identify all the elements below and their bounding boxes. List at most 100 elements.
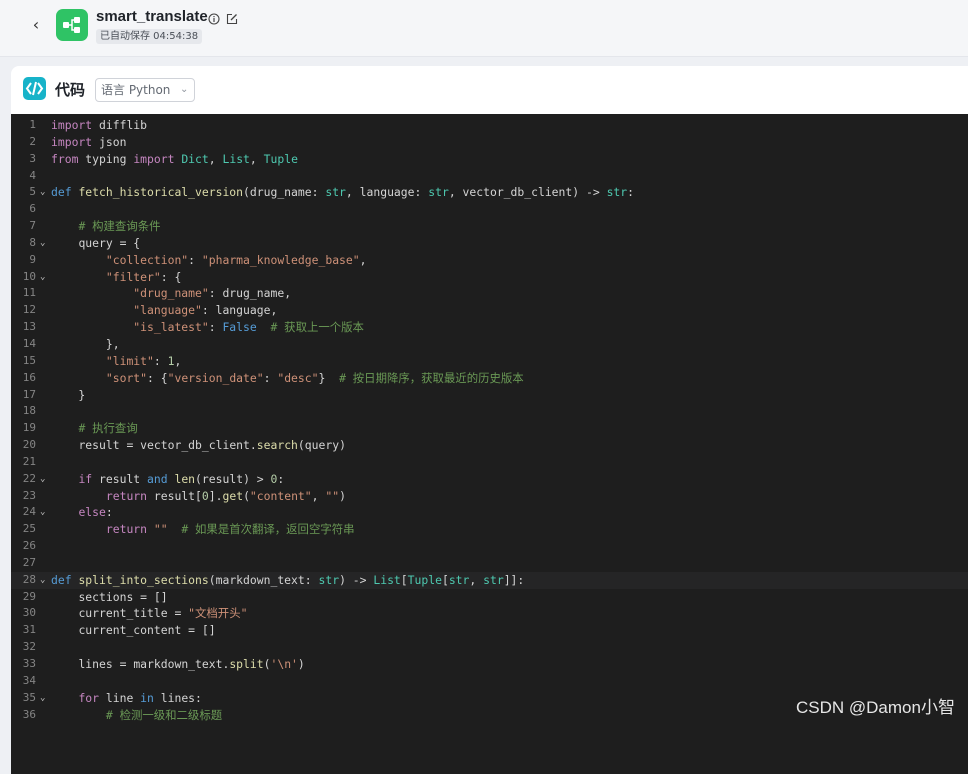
code-line[interactable]: 5 ⌄ def fetch_historical_version(drug_name… — [11, 184, 968, 201]
code-line[interactable]: 31 current_content = [] — [11, 622, 968, 639]
code-line[interactable]: 26 — [11, 538, 968, 555]
code-text: query = { — [78, 235, 141, 250]
line-number: 7 — [29, 219, 36, 233]
code-line[interactable]: 16 "sort": {"version_date": "desc"} # 按日… — [11, 370, 968, 387]
autosave-badge: 已自动保存 04:54:38 — [96, 29, 203, 44]
fold-chevron-icon[interactable]: ⌄ — [40, 471, 45, 488]
code-line[interactable]: 8 ⌄ query = { — [11, 235, 968, 252]
code-line[interactable]: 34 — [11, 673, 968, 690]
code-text: from typing import Dict, List, Tuple — [51, 151, 298, 166]
code-line[interactable]: 13 "is_latest": False # 获取上一个版本 — [11, 319, 968, 336]
code-text: current_content = [] — [78, 623, 216, 638]
line-number: 31 — [22, 623, 36, 637]
line-number: 30 — [22, 606, 36, 620]
code-text: "language": language, — [133, 303, 278, 318]
code-line[interactable]: 24 ⌄ else: — [11, 504, 968, 521]
fold-chevron-icon[interactable]: ⌄ — [40, 269, 45, 286]
code-line[interactable]: 27 — [11, 555, 968, 572]
code-line[interactable]: 14 }, — [11, 336, 968, 353]
line-number: 33 — [22, 657, 36, 670]
language-select[interactable]: 语言 Python ⌄ — [95, 78, 196, 102]
code-line[interactable]: 3 from typing import Dict, List, Tuple — [11, 151, 968, 168]
code-line[interactable]: 19 # 执行查询 — [11, 420, 968, 437]
code-line[interactable]: 4 — [11, 168, 968, 185]
back-button[interactable]: ‹ — [26, 14, 46, 36]
line-number: 36 — [22, 707, 36, 721]
code-text: if result and len(result) > 0: — [78, 471, 285, 486]
line-number: 5 — [29, 185, 36, 199]
line-number: 13 — [22, 320, 36, 334]
code-line[interactable]: 33 lines = markdown_text.split('\n') — [11, 656, 968, 673]
line-number: 20 — [22, 438, 36, 452]
code-text: result = vector_db_client.search(query) — [78, 438, 346, 453]
code-text: import json — [51, 134, 127, 149]
line-number: 27 — [22, 555, 36, 569]
code-text: return result[0].get("content", "") — [105, 488, 346, 503]
line-number: 1 — [29, 118, 36, 131]
edit-icon[interactable] — [226, 10, 238, 29]
line-number: 2 — [29, 134, 36, 148]
code-lines: 1 import difflib 2 import json 3 from typing … — [11, 117, 968, 723]
line-number: 25 — [22, 522, 36, 536]
code-line[interactable]: 21 — [11, 454, 968, 471]
code-text: "is_latest": False # 获取上一个版本 — [133, 320, 364, 335]
line-number: 12 — [22, 303, 36, 317]
fold-chevron-icon[interactable]: ⌄ — [40, 235, 45, 252]
code-line[interactable]: 10 ⌄ "filter": { — [11, 269, 968, 286]
code-text: lines = markdown_text.split('\n') — [78, 657, 305, 671]
fold-chevron-icon[interactable]: ⌄ — [40, 572, 45, 589]
info-icon[interactable] — [208, 10, 220, 29]
code-line[interactable]: 32 — [11, 639, 968, 656]
code-text: sections = [] — [78, 589, 168, 604]
line-number: 35 — [22, 690, 36, 704]
code-line[interactable]: 15 "limit": 1, — [11, 353, 968, 370]
code-line[interactable]: 28 ⌄ def split_into_sections(markdown_text… — [11, 571, 968, 589]
code-panel-header: 代码 语言 Python ⌄ — [11, 66, 968, 114]
line-number: 19 — [22, 421, 36, 435]
code-line[interactable]: 9 "collection": "pharma_knowledge_base", — [11, 252, 968, 269]
line-number: 6 — [29, 202, 36, 216]
fold-chevron-icon[interactable]: ⌄ — [40, 690, 45, 707]
code-text: # 执行查询 — [78, 421, 138, 436]
code-text: "sort": {"version_date": "desc"} # 按日期降序… — [105, 370, 524, 385]
line-number: 32 — [22, 640, 36, 654]
top-bar: ‹ smart_translate 已自动保存 04:54:38 — [0, 0, 968, 57]
line-number: 18 — [22, 404, 36, 418]
fold-chevron-icon[interactable]: ⌄ — [40, 504, 45, 521]
code-text: def fetch_historical_version(drug_name: … — [51, 185, 634, 200]
code-line[interactable]: 1 import difflib — [11, 117, 968, 134]
code-line[interactable]: 6 — [11, 201, 968, 218]
line-number: 11 — [22, 286, 36, 300]
code-line[interactable]: 29 sections = [] — [11, 589, 968, 606]
code-editor[interactable]: 1 import difflib 2 import json 3 from typing … — [11, 114, 968, 774]
code-line[interactable]: 7 # 构建查询条件 — [11, 218, 968, 235]
line-number: 16 — [22, 370, 36, 384]
line-number: 14 — [22, 336, 36, 350]
code-line[interactable]: 20 result = vector_db_client.search(quer… — [11, 437, 968, 454]
line-number: 22 — [22, 471, 36, 485]
code-line[interactable]: 17 } — [11, 387, 968, 404]
code-line[interactable]: 2 import json — [11, 134, 968, 151]
code-text: current_title = "文档开头" — [78, 606, 248, 621]
line-number: 34 — [22, 673, 36, 687]
code-text: # 检测一级和二级标题 — [105, 707, 223, 722]
line-number: 8 — [29, 235, 36, 249]
code-line[interactable]: 18 — [11, 403, 968, 420]
line-number: 28 — [22, 572, 36, 586]
line-number: 21 — [22, 454, 36, 468]
code-text: } — [51, 387, 86, 402]
line-number: 26 — [22, 539, 36, 553]
code-text: "collection": "pharma_knowledge_base", — [105, 252, 367, 267]
code-line[interactable]: 25 return "" # 如果是首次翻译，返回空字符串 — [11, 521, 968, 538]
code-line[interactable]: 11 "drug_name": drug_name, — [11, 285, 968, 302]
code-line[interactable]: 22 ⌄ if result and len(result) > 0: — [11, 471, 968, 488]
fold-chevron-icon[interactable]: ⌄ — [40, 184, 45, 201]
code-text: "filter": { — [105, 269, 182, 284]
line-number: 10 — [22, 269, 36, 283]
code-line[interactable]: 30 current_title = "文档开头" — [11, 605, 968, 622]
code-line[interactable]: 23 return result[0].get("content", "") — [11, 488, 968, 505]
code-text: return "" # 如果是首次翻译，返回空字符串 — [105, 522, 355, 537]
code-line[interactable]: 12 "language": language, — [11, 302, 968, 319]
watermark: CSDN @Damon小智 — [796, 698, 955, 717]
line-number: 29 — [22, 589, 36, 603]
